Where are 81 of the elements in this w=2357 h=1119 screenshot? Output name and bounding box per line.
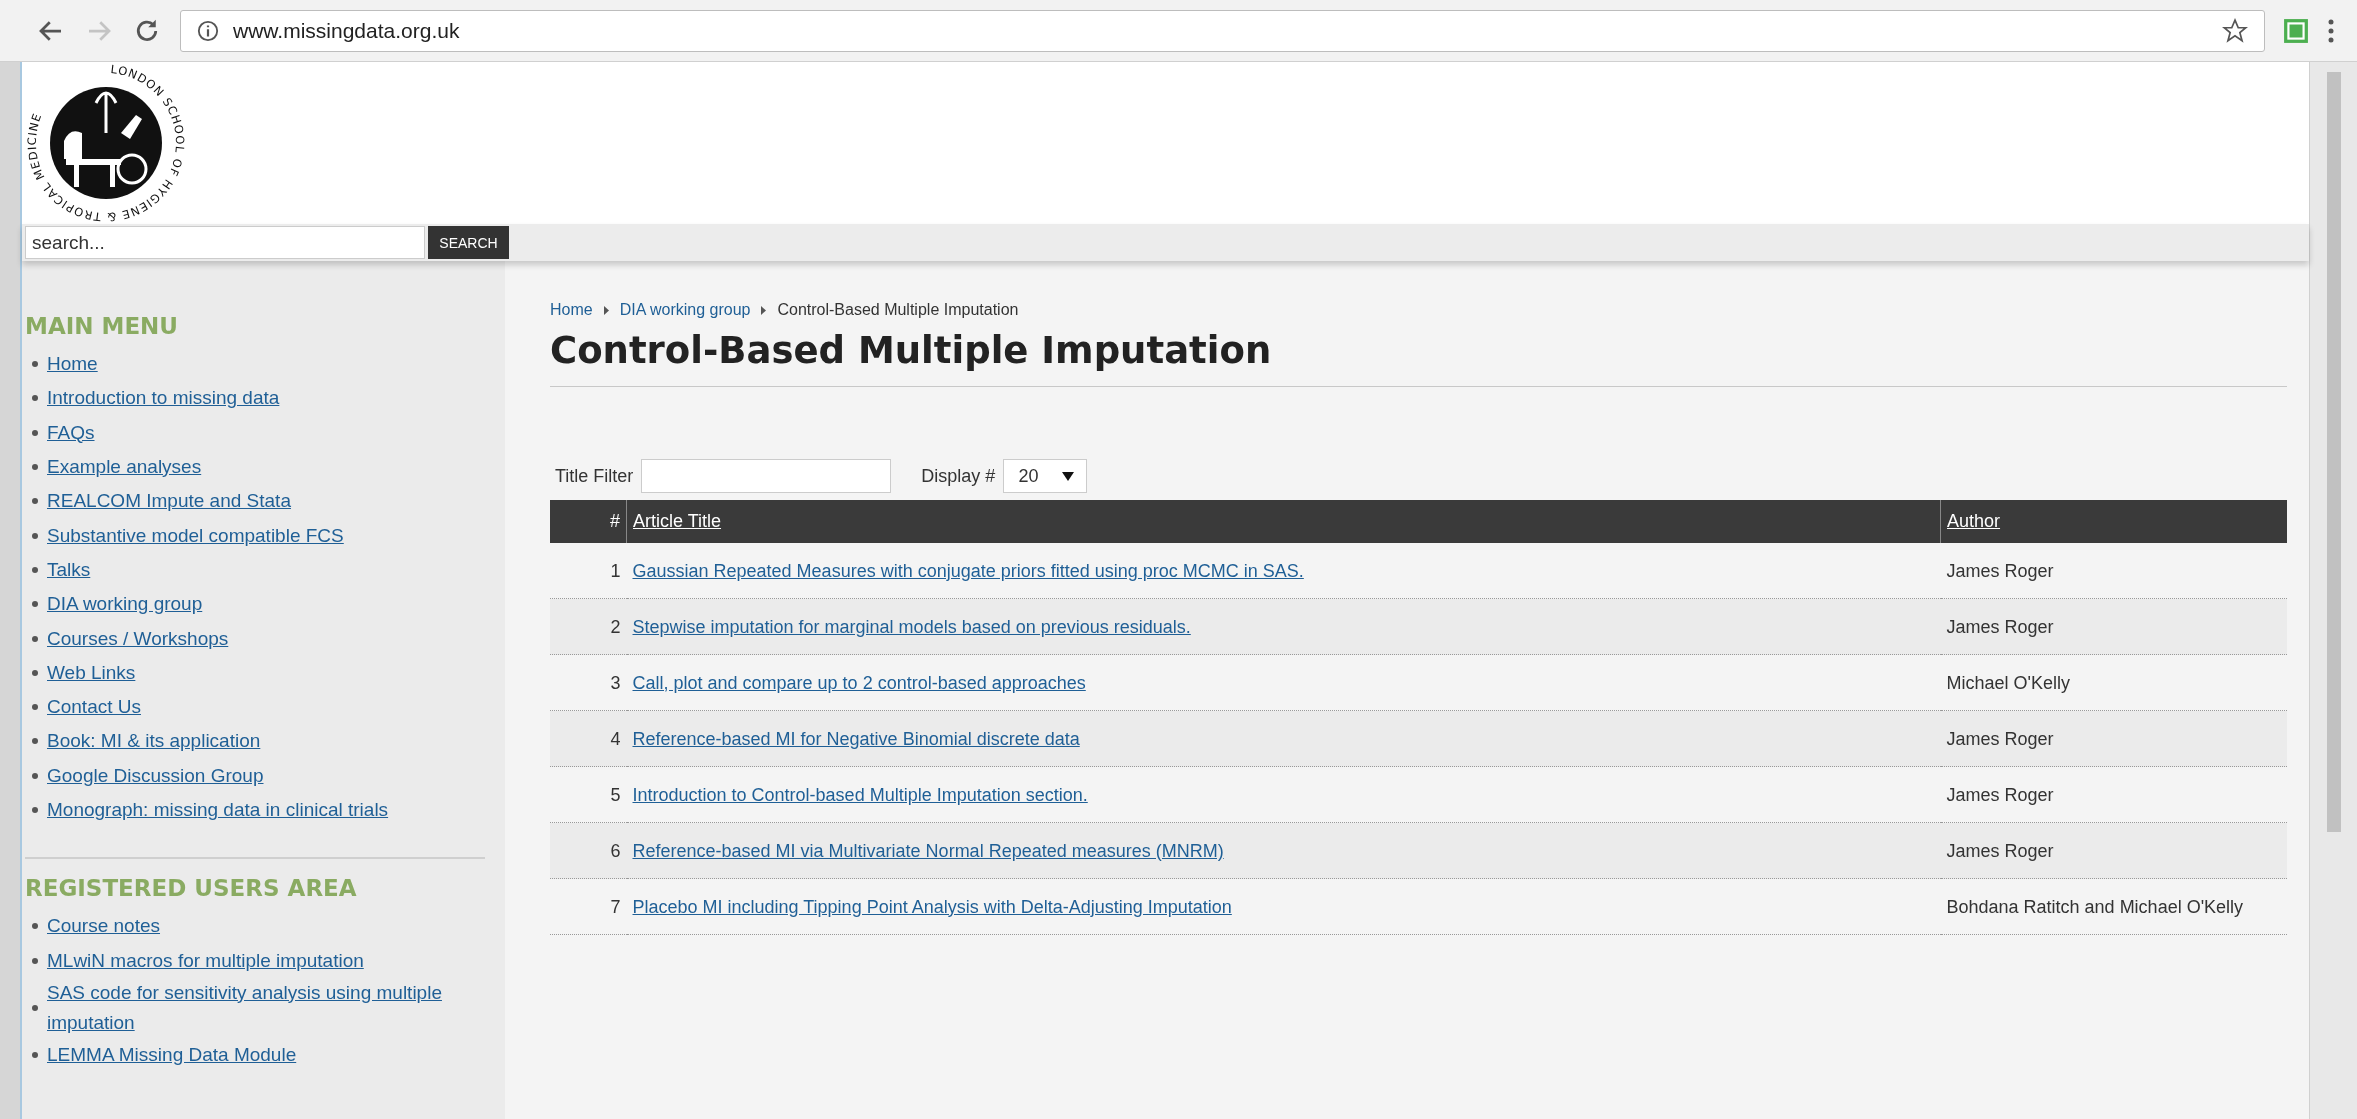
row-number: 3: [550, 654, 627, 711]
display-dropdown[interactable]: 20: [1003, 459, 1088, 493]
author-cell: James Roger: [1940, 710, 2287, 767]
bullet-icon: [32, 1051, 38, 1058]
bullet-icon: [32, 704, 38, 711]
row-number: 6: [550, 822, 627, 879]
bullet-icon: [32, 532, 38, 539]
bullet-icon: [32, 772, 38, 779]
display-label: Display #: [921, 465, 996, 487]
filter-label: Title Filter: [555, 465, 634, 487]
menu-link[interactable]: Web Links: [47, 657, 136, 688]
menu-link[interactable]: SAS code for sensitivity analysis using multiple imputation: [47, 977, 485, 1038]
column-header: #: [550, 500, 627, 543]
search-button[interactable]: SEARCH: [428, 226, 509, 259]
breadcrumb-separator-icon: [760, 305, 768, 315]
article-link[interactable]: Gaussian Repeated Measures with conjugate priors fitted using proc MCMC in SAS.: [632, 560, 1304, 581]
menu-icon[interactable]: [2327, 17, 2335, 44]
title-filter-field[interactable]: [641, 459, 892, 493]
bullet-icon: [32, 361, 38, 368]
column-header[interactable]: Article Title: [626, 500, 1941, 543]
article-link[interactable]: Introduction to Control-based Multiple Imputation section.: [632, 784, 1088, 805]
article-link[interactable]: Reference-based MI for Negative Binomial discrete data: [632, 728, 1080, 749]
bullet-icon: [32, 601, 38, 608]
row-number: 4: [550, 710, 627, 767]
menu-link[interactable]: Talks: [47, 554, 91, 585]
article-link[interactable]: Call, plot and compare up to 2 control-based approaches: [632, 672, 1086, 693]
menu-link[interactable]: REALCOM Impute and Stata: [47, 486, 291, 517]
menu-link[interactable]: MLwiN macros for multiple imputation: [47, 945, 364, 976]
bullet-icon: [32, 1004, 38, 1011]
menu-heading: MAIN MENU: [25, 313, 180, 339]
menu-link[interactable]: Contact Us: [47, 692, 141, 723]
menu-link[interactable]: Introduction to missing data: [47, 383, 280, 414]
breadcrumb-link[interactable]: Home: [550, 301, 593, 319]
info-icon[interactable]: [197, 19, 219, 42]
bullet-icon: [32, 669, 38, 676]
article-link[interactable]: Reference-based MI via Multivariate Normal Repeated measures (MNRM): [632, 840, 1224, 861]
bullet-icon: [32, 807, 38, 813]
menu-heading: REGISTERED USERS AREA: [25, 875, 358, 902]
author-cell: James Roger: [1940, 822, 2287, 879]
bullet-icon: [32, 738, 38, 745]
breadcrumb-current: Control-Based Multiple Imputation: [777, 301, 1019, 319]
menu-link[interactable]: DIA working group: [47, 589, 203, 620]
menu-link[interactable]: Google Discussion Group: [47, 760, 264, 791]
menu-link[interactable]: LEMMA Missing Data Module: [47, 1039, 297, 1070]
bullet-icon: [32, 635, 38, 642]
menu-link[interactable]: Monograph: missing data in clinical trials: [47, 795, 389, 825]
address-bar[interactable]: www.missingdata.org.uk: [180, 9, 2265, 52]
menu-link[interactable]: Home: [47, 349, 98, 380]
bullet-icon: [32, 464, 38, 471]
row-number: 1: [550, 543, 627, 599]
scrollbar[interactable]: [2326, 72, 2341, 832]
menu-link[interactable]: Substantive model compatible FCS: [47, 520, 344, 551]
author-cell: James Roger: [1940, 766, 2287, 823]
column-header[interactable]: Author: [1940, 500, 2287, 543]
bullet-icon: [32, 395, 38, 402]
breadcrumb-link[interactable]: DIA working group: [619, 301, 751, 319]
page-title: Control-Based Multiple Imputation: [550, 329, 2287, 387]
bullet-icon: [32, 429, 38, 436]
menu-link[interactable]: FAQs: [47, 417, 95, 448]
bullet-icon: [32, 498, 38, 505]
bullet-icon: [32, 923, 38, 930]
row-number: 2: [550, 598, 627, 655]
search-field[interactable]: search...: [25, 226, 425, 259]
author-cell: James Roger: [1940, 543, 2287, 599]
star-icon[interactable]: [2222, 17, 2248, 44]
article-link[interactable]: Stepwise imputation for marginal models based on previous residuals.: [632, 616, 1191, 637]
bullet-icon: [32, 566, 38, 573]
menu-link[interactable]: Book: MI & its application: [47, 726, 261, 757]
caret-icon: [1062, 471, 1075, 481]
menu-link[interactable]: Courses / Workshops: [47, 623, 229, 654]
breadcrumb-separator-icon: [602, 305, 610, 315]
row-number: 5: [550, 766, 627, 823]
author-cell: James Roger: [1940, 598, 2287, 655]
author-cell: Bohdana Ratitch and Michael O'Kelly: [1940, 878, 2287, 935]
bullet-icon: [32, 957, 38, 964]
row-number: 7: [550, 878, 627, 935]
menu-link[interactable]: Course notes: [47, 911, 160, 942]
article-link[interactable]: Placebo MI including Tipping Point Analysis with Delta-Adjusting Imputation: [632, 896, 1232, 917]
menu-link[interactable]: Example analyses: [47, 452, 202, 483]
author-cell: Michael O'Kelly: [1940, 654, 2287, 711]
extension-icon[interactable]: [2283, 17, 2309, 44]
